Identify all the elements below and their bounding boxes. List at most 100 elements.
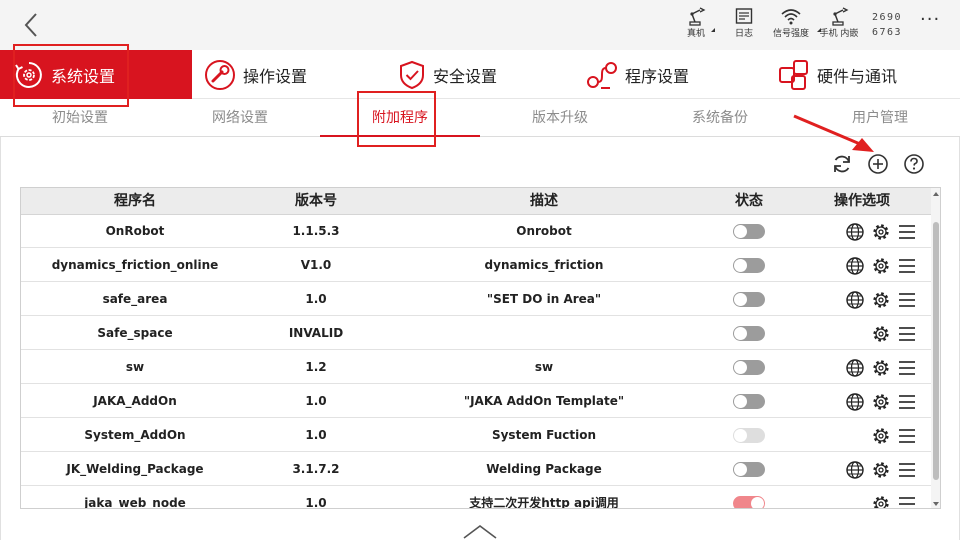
subtab-system-backup[interactable]: 系统备份 (640, 100, 800, 137)
header-program-name: 程序名 (114, 193, 156, 209)
menu-icon[interactable] (897, 256, 917, 276)
tab-system-settings[interactable]: 系统设置 (0, 50, 192, 99)
tab-operation-settings[interactable]: 操作设置 (204, 50, 307, 99)
status-toggle[interactable] (733, 428, 765, 443)
globe-icon[interactable] (845, 460, 865, 480)
cell-status (705, 487, 793, 508)
corner-mark (817, 28, 821, 32)
menu-icon[interactable] (897, 426, 917, 446)
menu-icon[interactable] (897, 324, 917, 344)
status-toggle[interactable] (733, 326, 765, 341)
cell-program-name: JK_Welding_Package (66, 462, 204, 476)
back-icon[interactable] (18, 10, 46, 40)
cell-operations (793, 317, 931, 350)
tab-program-settings[interactable]: 程序设置 (586, 50, 689, 99)
corner-mark (711, 28, 715, 32)
subtab-initial-settings[interactable]: 初始设置 (0, 100, 160, 137)
header-operations: 操作选项 (834, 193, 890, 209)
globe-icon[interactable] (845, 222, 865, 242)
toggle-knob (734, 225, 747, 238)
status-toggle[interactable] (733, 360, 765, 375)
status-toggle[interactable] (733, 258, 765, 273)
table-row: jaka_web_node 1.0 支持二次开发http api调用 (21, 487, 931, 509)
globe-icon[interactable] (845, 392, 865, 412)
status-embedded-label: 手机 内嵌 (819, 29, 859, 39)
cell-status (705, 215, 793, 248)
cell-status (705, 317, 793, 350)
menu-icon[interactable] (897, 494, 917, 509)
status-toggle[interactable] (733, 462, 765, 477)
gear-icon[interactable] (871, 460, 891, 480)
cell-program-name: dynamics_friction_online (51, 258, 219, 272)
status-toggle[interactable] (733, 224, 765, 239)
status-log[interactable]: 日志 (719, 6, 769, 40)
chevron-up-icon[interactable] (462, 521, 498, 540)
table-scrollbar[interactable] (931, 188, 940, 508)
status-real-robot[interactable]: 真机 (671, 6, 721, 40)
menu-icon[interactable] (897, 358, 917, 378)
gear-icon[interactable] (871, 426, 891, 446)
subtab-version-upgrade[interactable]: 版本升级 (480, 100, 640, 137)
status-embedded[interactable]: 手机 内嵌 (814, 6, 864, 40)
table-row: safe_area 1.0 "SET DO in Area" (21, 283, 931, 316)
gear-icon[interactable] (871, 222, 891, 242)
more-menu-button[interactable]: ··· (920, 11, 944, 30)
subtab-addon-programs[interactable]: 附加程序 (320, 100, 480, 137)
addon-program-table: 程序名 版本号 描述 状态 操作选项 OnRobot 1.1.5.3 Onrob… (20, 187, 941, 509)
gear-icon[interactable] (871, 392, 891, 412)
serial-number: 2690 6763 (872, 10, 902, 40)
robot-arm-icon (689, 7, 706, 26)
status-signal[interactable]: 信号强度 (766, 6, 816, 40)
cell-version: INVALID (288, 326, 344, 340)
gear-icon[interactable] (871, 324, 891, 344)
robot-arm-icon (832, 7, 849, 26)
globe-icon[interactable] (845, 358, 865, 378)
table-row: JAKA_AddOn 1.0 "JAKA AddOn Template" (21, 385, 931, 418)
status-toggle[interactable] (733, 496, 765, 508)
header-status: 状态 (735, 193, 763, 209)
operation-settings-icon (204, 59, 236, 91)
globe-icon[interactable] (845, 290, 865, 310)
serial-line-2: 6763 (872, 27, 903, 38)
tab-hardware-communication-label: 硬件与通讯 (817, 66, 898, 86)
scroll-down-icon[interactable] (933, 502, 939, 506)
tab-safety-settings-label: 安全设置 (433, 66, 498, 86)
table-row: sw 1.2 sw (21, 351, 931, 384)
cell-program-name: sw (125, 360, 145, 374)
help-circle-icon[interactable] (903, 153, 925, 175)
menu-icon[interactable] (897, 460, 917, 480)
table-row: dynamics_friction_online V1.0 dynamics_f… (21, 249, 931, 282)
gear-icon[interactable] (871, 256, 891, 276)
add-circle-icon[interactable] (867, 153, 889, 175)
refresh-icon[interactable] (831, 153, 853, 175)
cell-program-name: System_AddOn (84, 428, 186, 442)
gear-icon[interactable] (871, 494, 891, 509)
menu-icon[interactable] (897, 290, 917, 310)
cell-operations (793, 351, 931, 384)
tab-system-settings-label: 系统设置 (51, 66, 116, 86)
status-toggle[interactable] (733, 394, 765, 409)
scroll-up-icon[interactable] (933, 192, 939, 196)
scroll-thumb[interactable] (933, 222, 939, 480)
gear-icon[interactable] (871, 290, 891, 310)
tab-hardware-communication[interactable]: 硬件与通讯 (778, 50, 897, 99)
header-description: 描述 (530, 193, 558, 209)
cell-operations (793, 487, 931, 509)
cell-description: "JAKA AddOn Template" (463, 394, 625, 408)
tab-safety-settings[interactable]: 安全设置 (398, 50, 497, 99)
cell-version: 3.1.7.2 (292, 462, 340, 476)
cell-version: V1.0 (300, 258, 332, 272)
cell-description: dynamics_friction (484, 258, 604, 272)
status-toggle[interactable] (733, 292, 765, 307)
globe-icon[interactable] (845, 256, 865, 276)
gear-icon[interactable] (871, 358, 891, 378)
cell-program-name: OnRobot (105, 224, 165, 238)
menu-icon[interactable] (897, 222, 917, 242)
table-row: System_AddOn 1.0 System Fuction (21, 419, 931, 452)
hardware-comm-icon (778, 59, 810, 91)
cell-operations (793, 215, 931, 248)
toggle-knob (734, 327, 747, 340)
cell-operations (793, 249, 931, 282)
menu-icon[interactable] (897, 392, 917, 412)
subtab-network-settings[interactable]: 网络设置 (160, 100, 320, 137)
